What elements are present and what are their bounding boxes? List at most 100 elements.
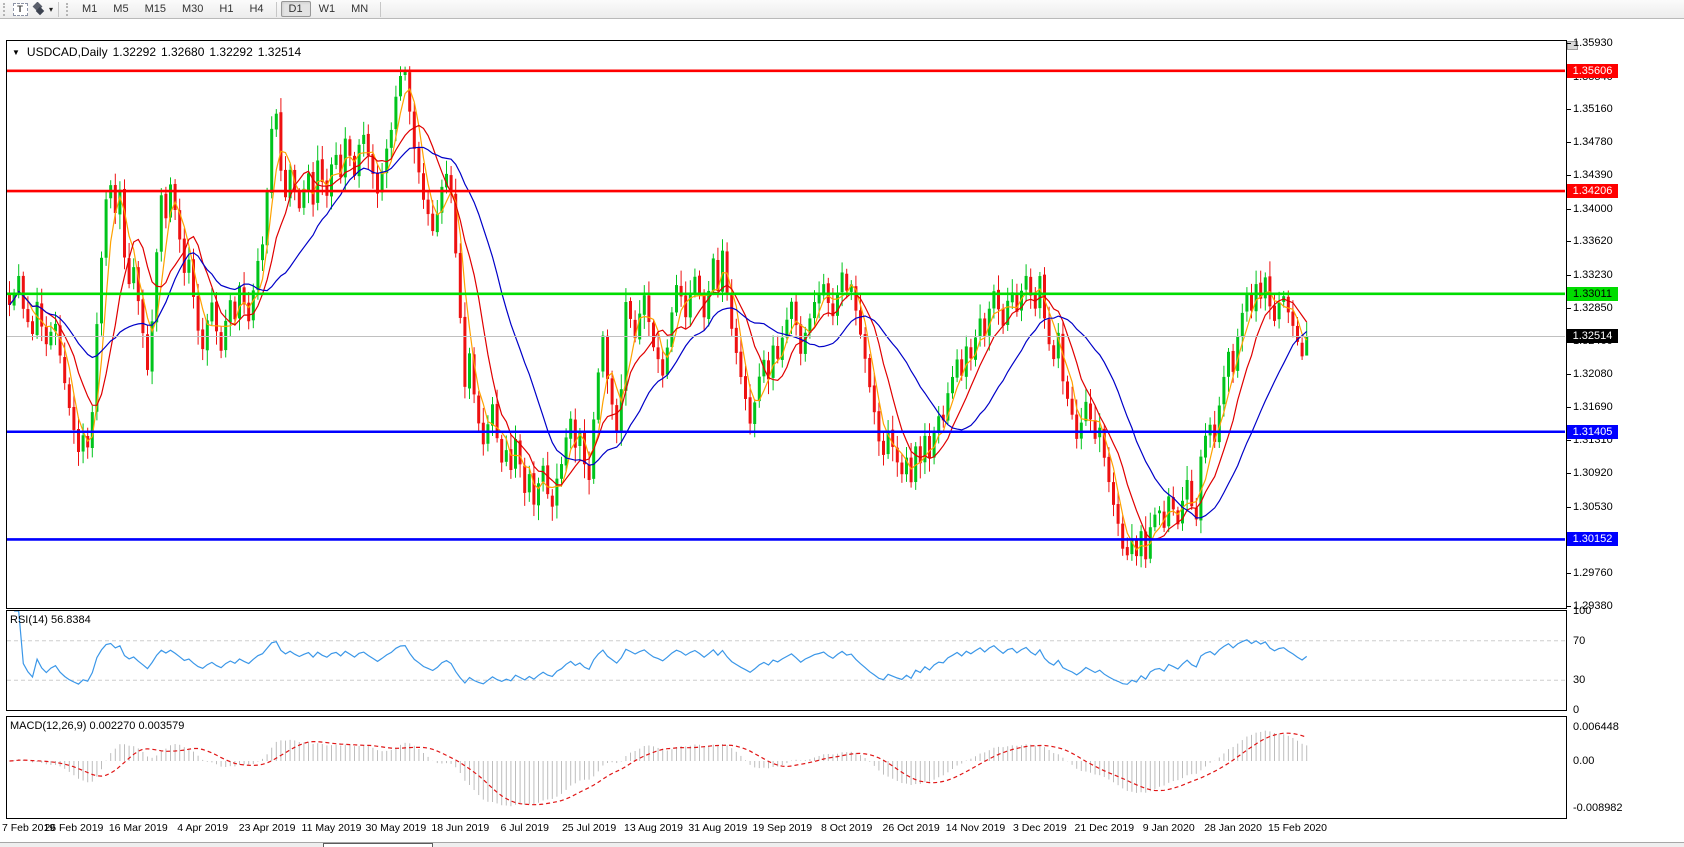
chart-tab-usdcad-3[interactable]: USDCAD,Daily [323,843,433,847]
date-label: 23 Apr 2019 [239,822,296,834]
price-tick-label: 1.30530 [1573,501,1613,513]
chart-tab-audusd-2[interactable]: AUDUSD,Daily [217,843,322,847]
rsi-tick-label: 0 [1573,704,1579,716]
price-tick-label: 1.33620 [1573,235,1613,247]
price-tick-label: 1.33230 [1573,269,1613,281]
price-tick-mark [1567,175,1571,176]
toolbar-separator [58,2,59,17]
date-label: 21 Dec 2019 [1075,822,1135,834]
rsi-tick-label: 100 [1573,605,1591,617]
rsi-label: RSI(14) 56.8384 [10,614,91,626]
price-tick-mark [1567,606,1571,607]
date-label: 9 Jan 2020 [1143,822,1195,834]
price-tick-mark [1567,308,1571,309]
chart-window: ▼ USDCAD,Daily 1.32292 1.32680 1.32292 1… [0,19,1684,847]
text-tool-button[interactable]: T [11,1,29,17]
price-level-badge: 1.35606 [1567,64,1618,78]
timeframe-button-h4[interactable]: H4 [241,1,271,17]
date-label: 26 Feb 2019 [44,822,103,834]
price-tick-mark [1567,43,1571,44]
timeframe-button-m1[interactable]: M1 [74,1,105,17]
price-tick-mark [1567,473,1571,474]
date-label: 14 Nov 2019 [946,822,1006,834]
toolbar-grip [66,3,70,16]
macd-main-value: 0.002270 [89,720,135,732]
price-tick-mark [1567,209,1571,210]
ohlc-open: 1.32292 [113,45,156,59]
price-tick-label: 1.31690 [1573,401,1613,413]
diamonds-icon [30,2,46,16]
date-label: 4 Apr 2019 [177,822,228,834]
text-tool-icon: T [13,3,28,16]
chevron-down-icon: ▾ [49,5,53,14]
rsi-tick-label: 70 [1573,635,1585,647]
chart-tab-eurusd-5[interactable]: EURUSD,Daily [541,843,646,847]
price-tick-label: 1.35930 [1573,37,1613,49]
timeframe-button-m30[interactable]: M30 [174,1,211,17]
macd-pane[interactable] [6,716,1567,819]
price-tick-label: 1.34390 [1573,169,1613,181]
price-tick-mark [1567,374,1571,375]
date-label: 13 Aug 2019 [624,822,683,834]
timeframe-button-mn[interactable]: MN [343,1,376,17]
timeframe-button-m15[interactable]: M15 [137,1,174,17]
price-tick-mark [1567,142,1571,143]
timeframe-button-h1[interactable]: H1 [211,1,241,17]
date-label: 31 Aug 2019 [688,822,747,834]
rsi-pane[interactable] [6,610,1567,711]
date-label: 30 May 2019 [366,822,427,834]
timeframe-button-d1[interactable]: D1 [281,1,311,17]
macd-tick-label: 0.006448 [1573,721,1619,733]
mt4-window: T ▾ M1M5M15M30H1H4 D1W1MN ▼ USDCAD,Daily … [0,0,1684,847]
ohlc-low: 1.32292 [209,45,252,59]
date-label: 19 Sep 2019 [753,822,813,834]
price-tick-mark [1567,573,1571,574]
date-label: 11 May 2019 [302,822,362,834]
price-tick-label: 1.35160 [1573,103,1613,115]
timeframe-button-m5[interactable]: M5 [105,1,136,17]
date-label: 8 Oct 2019 [821,822,872,834]
chart-tab-usdchf-1[interactable]: USDCHF,Daily [112,843,215,847]
ohlc-close: 1.32514 [258,45,301,59]
price-level-badge: 1.31405 [1567,425,1618,439]
date-label: 15 Feb 2020 [1268,822,1327,834]
price-pane[interactable] [6,40,1567,609]
symbol-tab-bar: EURUSD,DailyUSDCHF,DailyAUDUSD,DailyUSDC… [0,842,1684,847]
date-label: 18 Jun 2019 [431,822,489,834]
chart-tab-gbpusd-6[interactable]: GBPUSD,Daily [647,843,752,847]
price-tick-label: 1.34000 [1573,203,1613,215]
chart-tab-eurusd-0[interactable]: EURUSD,Daily [6,843,111,847]
price-tick-mark [1567,109,1571,110]
price-tick-mark [1567,241,1571,242]
object-style-button[interactable]: ▾ [29,1,54,17]
toolbar-separator [276,2,277,17]
date-label: 25 Jul 2019 [562,822,616,834]
macd-label: MACD(12,26,9) 0.002270 0.003579 [10,720,184,732]
price-tick-label: 1.32850 [1573,302,1613,314]
price-level-badge: 1.34206 [1567,184,1618,198]
price-tick-label: 1.30920 [1573,467,1613,479]
price-level-badge: 1.32514 [1567,329,1618,343]
timeframe-group: M1M5M15M30H1H4 D1W1MN [74,1,376,17]
rsi-tick-label: 30 [1573,674,1585,686]
chart-tab-usdcnh-4[interactable]: USDCNH,Daily [434,843,540,847]
macd-tick-label: 0.00 [1573,755,1594,767]
top-toolbar: T ▾ M1M5M15M30H1H4 D1W1MN [0,0,1684,19]
price-tick-label: 1.29760 [1573,567,1613,579]
price-tick-mark [1567,440,1571,441]
macd-signal-value: 0.003579 [138,720,184,732]
symbol-title: USDCAD,Daily [27,45,108,59]
date-label: 6 Jul 2019 [500,822,548,834]
date-label: 16 Mar 2019 [109,822,168,834]
price-tick-label: 1.34780 [1573,136,1613,148]
rsi-value: 56.8384 [51,614,91,626]
toolbar-separator [380,2,381,17]
date-label: 3 Dec 2019 [1013,822,1067,834]
symbol-dropdown-icon[interactable]: ▼ [12,48,20,57]
price-tick-mark [1567,275,1571,276]
price-tick-label: 1.32080 [1573,368,1613,380]
price-tick-mark [1567,507,1571,508]
timeframe-button-w1[interactable]: W1 [311,1,344,17]
date-label: 26 Oct 2019 [882,822,939,834]
price-level-badge: 1.33011 [1567,287,1618,301]
